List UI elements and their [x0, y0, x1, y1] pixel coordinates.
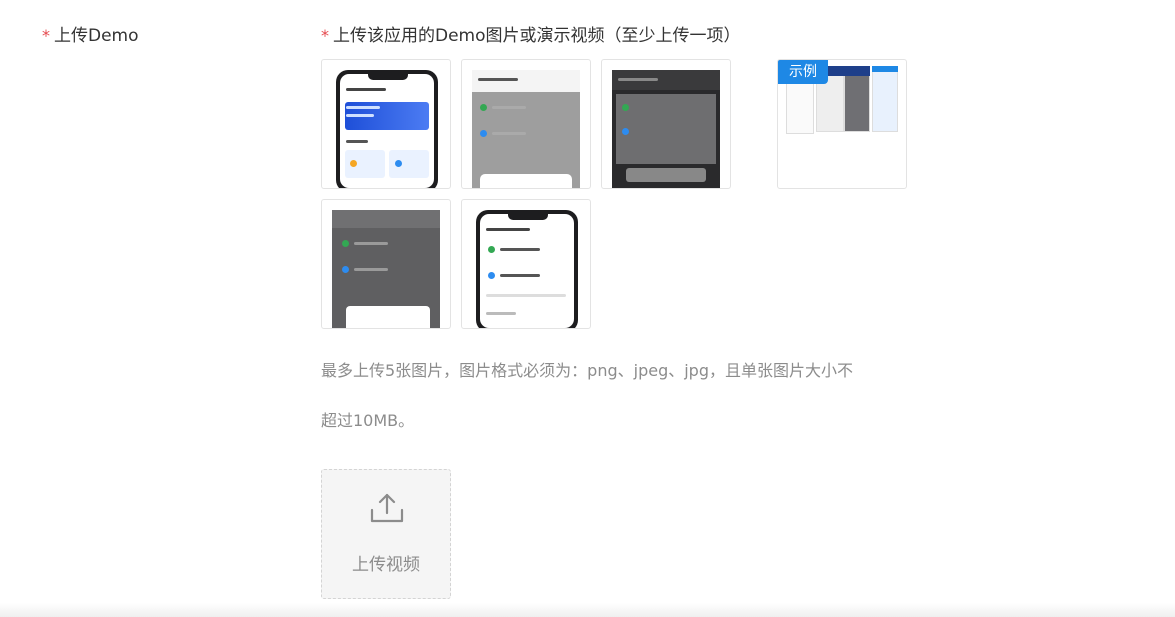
demo-image-4[interactable] [321, 199, 451, 329]
required-mark: * [321, 26, 329, 45]
demo-image-3[interactable] [601, 59, 731, 189]
demo-image-1[interactable] [321, 59, 451, 189]
phone-screenshot [336, 70, 438, 188]
demo-image-5[interactable] [461, 199, 591, 329]
field-label: * 上传Demo [42, 25, 139, 47]
required-mark: * [42, 26, 50, 45]
upload-video-button[interactable]: 上传视频 [321, 469, 451, 599]
sub-label-text: 上传该应用的Demo图片或演示视频（至少上传一项） [333, 26, 741, 46]
demo-image-2[interactable] [461, 59, 591, 189]
example-image[interactable]: 示例 [777, 59, 907, 189]
upload-hint-line-1: 最多上传5张图片，图片格式必须为：png、jpeg、jpg，且单张图片大小不 [321, 361, 853, 380]
phone-screenshot [476, 210, 578, 328]
upload-hint-line-2: 超过10MB。 [321, 411, 415, 430]
upload-hint: 最多上传5张图片，图片格式必须为：png、jpeg、jpg，且单张图片大小不 超… [321, 346, 911, 446]
sub-label: * 上传该应用的Demo图片或演示视频（至少上传一项） [321, 25, 741, 47]
bottom-divider [0, 603, 1175, 617]
example-tag: 示例 [778, 60, 828, 84]
upload-demo-section: * 上传Demo * 上传该应用的Demo图片或演示视频（至少上传一项） 示例 … [0, 0, 1175, 617]
field-label-text: 上传Demo [54, 26, 139, 46]
upload-video-label: 上传视频 [352, 555, 420, 575]
upload-icon [370, 493, 404, 523]
